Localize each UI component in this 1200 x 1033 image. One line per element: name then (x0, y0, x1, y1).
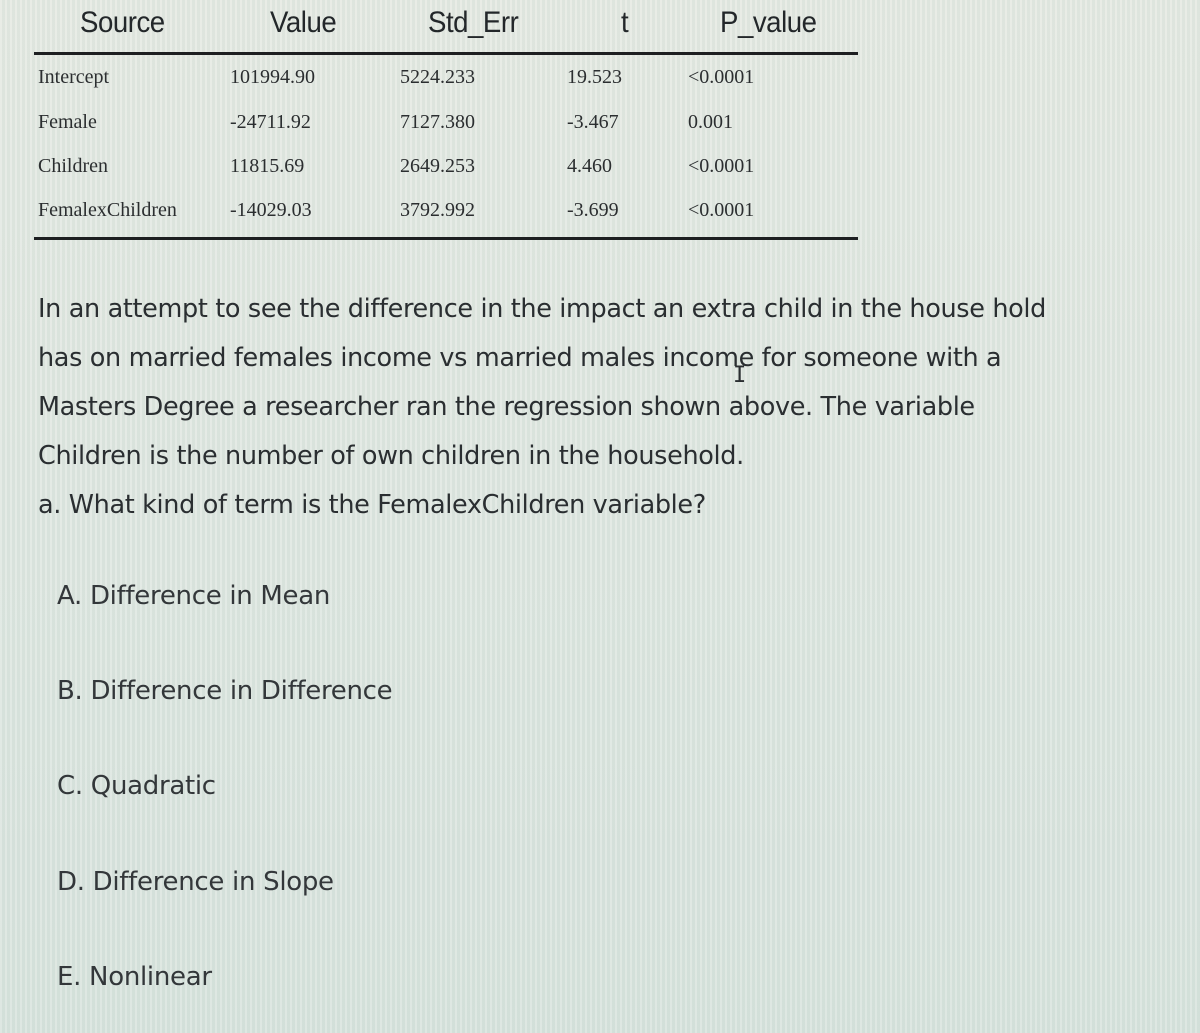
question-text: In an attempt to see the difference in t… (38, 285, 1188, 530)
cell-value: 11815.69 (230, 155, 305, 177)
cell-p-value: 0.001 (688, 111, 733, 133)
table-row: Intercept 101994.90 5224.233 19.523 <0.0… (34, 66, 858, 96)
cell-t: 19.523 (567, 66, 622, 88)
cell-value: 101994.90 (230, 66, 315, 88)
cell-std-err: 3792.992 (400, 199, 475, 221)
cell-t: -3.467 (567, 111, 619, 133)
cell-std-err: 2649.253 (400, 155, 475, 177)
cell-p-value: <0.0001 (688, 155, 755, 177)
cell-source: FemalexChildren (38, 199, 177, 221)
header-std-err: Std_Err (428, 6, 519, 39)
table-body: Intercept 101994.90 5224.233 19.523 <0.0… (34, 55, 858, 240)
cell-std-err: 7127.380 (400, 111, 475, 133)
question-line: Masters Degree a researcher ran the regr… (38, 392, 975, 422)
cell-source: Female (38, 111, 97, 133)
cell-source: Intercept (38, 66, 110, 88)
cell-value: -24711.92 (230, 111, 311, 133)
cell-p-value: <0.0001 (688, 66, 755, 88)
header-source: Source (80, 6, 165, 39)
header-t: t (621, 6, 629, 39)
question-line: has on married females income vs married… (38, 343, 1002, 373)
cell-source: Children (38, 155, 108, 177)
cell-std-err: 5224.233 (400, 66, 475, 88)
cell-t: -3.699 (567, 199, 619, 221)
option-b[interactable]: B. Difference in Difference (57, 669, 393, 713)
text-cursor-icon: I (733, 363, 747, 388)
table-row: Female -24711.92 7127.380 -3.467 0.001 (34, 111, 858, 141)
option-c[interactable]: C. Quadratic (57, 764, 216, 808)
cell-value: -14029.03 (230, 199, 312, 221)
question-prompt: a. What kind of term is the FemalexChild… (38, 490, 706, 520)
regression-table: Source Value Std_Err t P_value Intercept… (34, 0, 858, 240)
option-a[interactable]: A. Difference in Mean (57, 574, 330, 618)
question-line: In an attempt to see the difference in t… (38, 294, 1046, 324)
header-value: Value (270, 6, 337, 39)
option-e[interactable]: E. Nonlinear (57, 955, 212, 999)
table-row: Children 11815.69 2649.253 4.460 <0.0001 (34, 155, 858, 185)
header-p-value: P_value (720, 6, 817, 39)
question-line: Children is the number of own children i… (38, 441, 744, 471)
table-row: FemalexChildren -14029.03 3792.992 -3.69… (34, 199, 858, 229)
table-header: Source Value Std_Err t P_value (34, 0, 858, 55)
cell-p-value: <0.0001 (688, 199, 755, 221)
option-d[interactable]: D. Difference in Slope (57, 860, 334, 904)
cell-t: 4.460 (567, 155, 612, 177)
